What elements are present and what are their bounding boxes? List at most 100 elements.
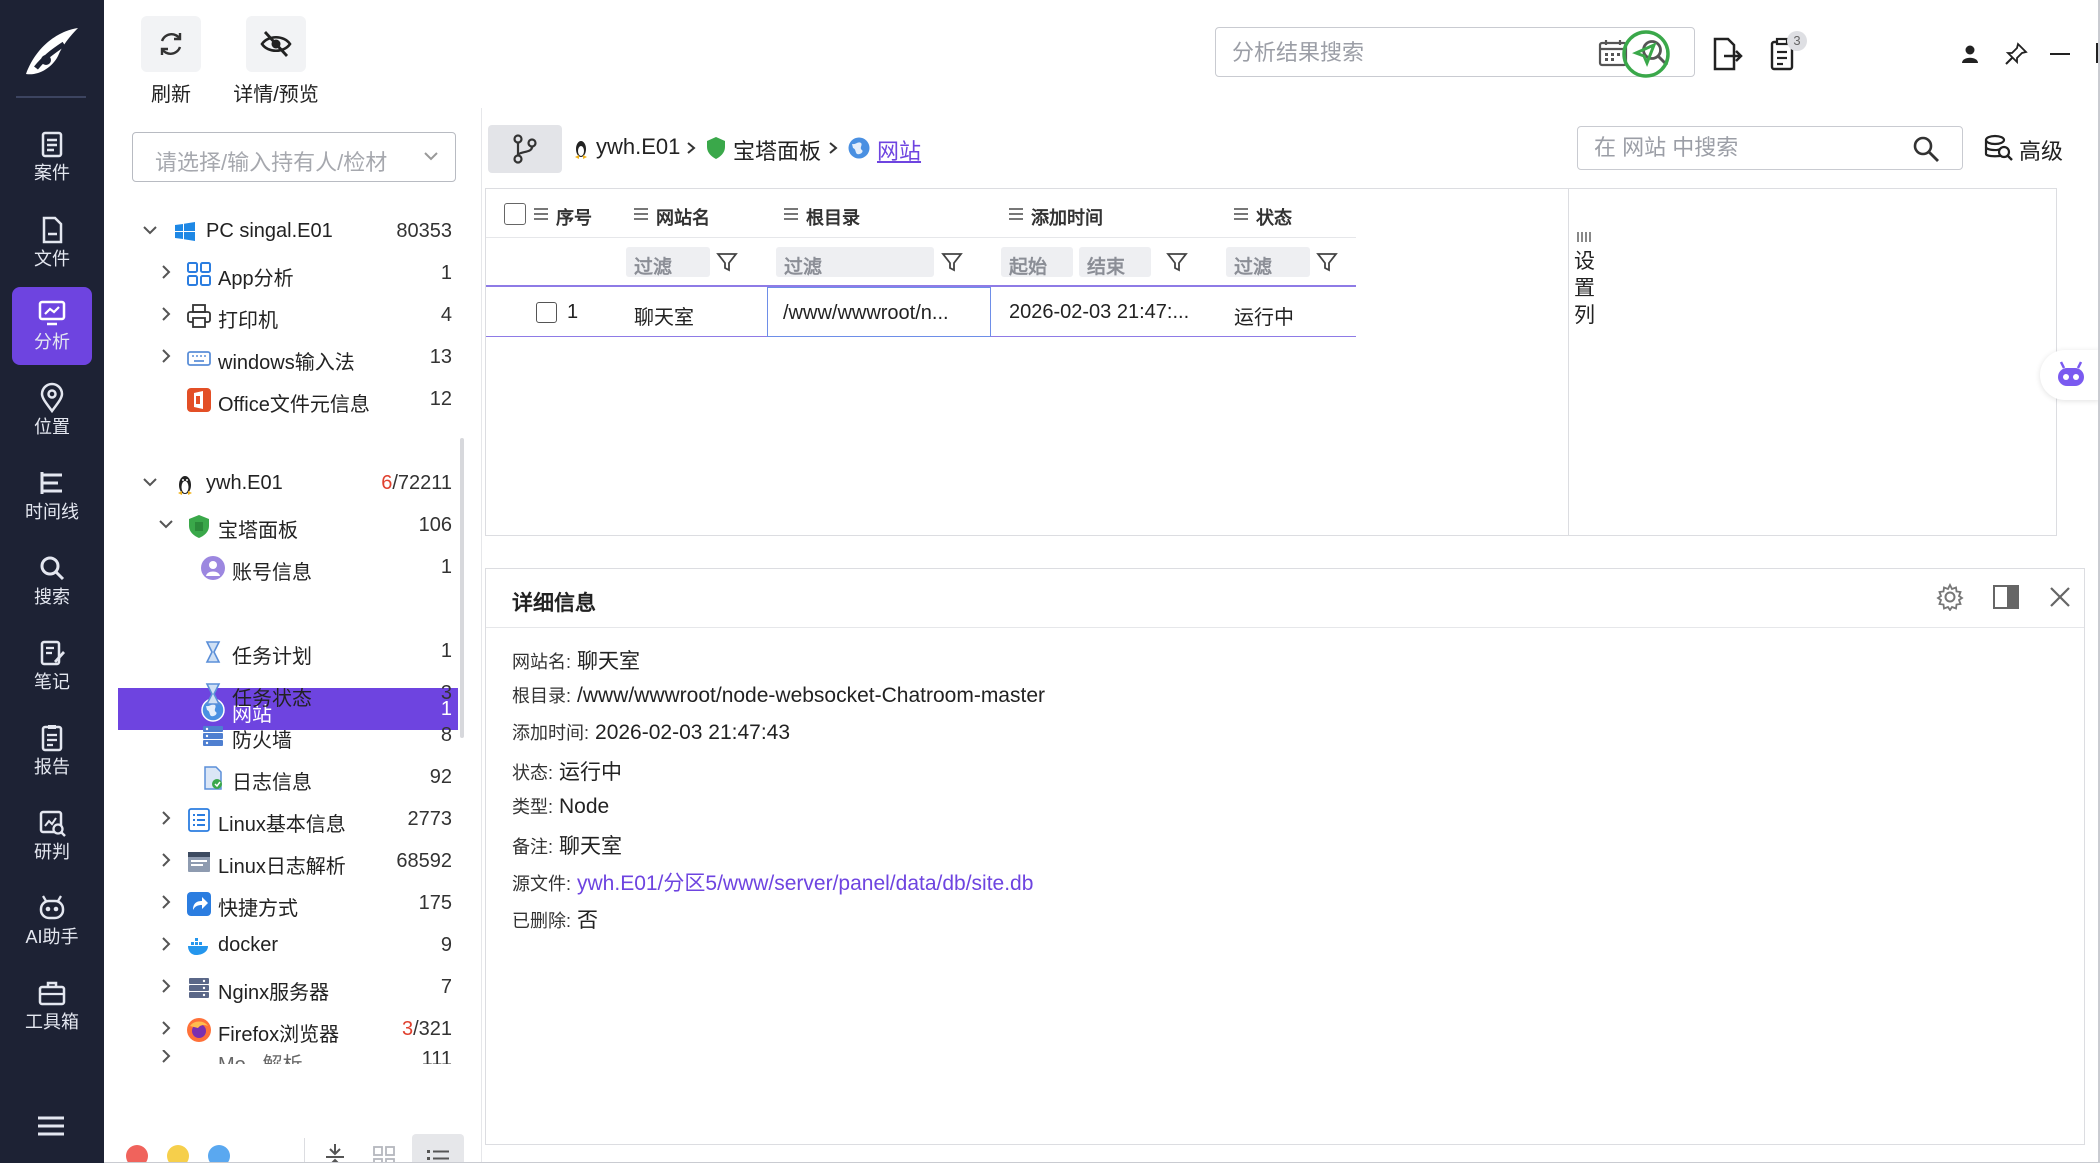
tree-node-count: 2773 [407, 808, 453, 830]
tree-node-baota[interactable]: 宝塔面板 106 [118, 504, 458, 546]
grid-view-icon[interactable] [373, 1146, 395, 1163]
column-header-index[interactable]: 序号 [526, 189, 606, 239]
filter-date-start[interactable]: 起始 [1001, 247, 1073, 278]
column-header-root-dir[interactable]: 根目录 [776, 189, 1001, 239]
nav-report[interactable]: 报告 [12, 712, 92, 790]
details-preview-button[interactable]: 详情/预览 [214, 16, 338, 107]
nav-files[interactable]: 文件 [12, 204, 92, 282]
color-dot-red[interactable] [126, 1145, 148, 1163]
tree-node-account-info[interactable]: 账号信息 1 [118, 546, 458, 588]
nav-search[interactable]: 搜索 [12, 542, 92, 620]
gear-icon[interactable] [1936, 583, 1964, 611]
tree-scrollbar[interactable] [460, 438, 464, 738]
chevron-right-icon[interactable] [158, 306, 174, 322]
search-icon[interactable] [1912, 135, 1940, 163]
advanced-search-button[interactable]: 高级 [1983, 128, 2083, 168]
user-icon[interactable] [1960, 44, 1980, 64]
nav-notes[interactable]: 笔记 [12, 627, 92, 705]
nav-toolbox[interactable]: 工具箱 [12, 967, 92, 1045]
tree-node-pc-singal[interactable]: PC singal.E01 80353 [118, 210, 458, 252]
split-view-icon[interactable] [1992, 584, 2020, 610]
tree-node-app-analysis[interactable]: App分析 1 [118, 252, 458, 294]
column-menu-icon[interactable] [1234, 208, 1248, 220]
chevron-right-icon[interactable] [158, 978, 174, 994]
close-icon[interactable] [2049, 586, 2071, 608]
color-dot-yellow[interactable] [167, 1145, 189, 1163]
color-dot-blue[interactable] [208, 1145, 230, 1163]
chevron-right-icon[interactable] [158, 894, 174, 910]
tree-node-firefox[interactable]: Firefox浏览器 3/321 [118, 1008, 458, 1050]
hamburger-menu-icon[interactable] [36, 1114, 66, 1138]
filter-root-dir[interactable]: 过滤 [776, 247, 934, 278]
tree-node-windows-ime[interactable]: windows输入法 13 [118, 336, 458, 378]
nav-analysis[interactable]: 分析 [12, 287, 92, 365]
cell-root-dir-focused[interactable]: /www/wwwroot/n... [767, 287, 991, 337]
column-menu-icon[interactable] [1009, 208, 1023, 220]
tree-node-task-status[interactable]: 任务状态 3 [118, 672, 458, 714]
filter-icon[interactable] [1316, 251, 1338, 273]
tree-node-ywh[interactable]: ywh.E01 6/72211 [118, 462, 458, 504]
filter-icon[interactable] [1166, 251, 1188, 273]
holder-select[interactable]: 请选择/输入持有人/检材 [132, 132, 456, 182]
chevron-right-icon[interactable] [158, 1050, 174, 1064]
breadcrumb-item-website[interactable]: 网站 [877, 134, 921, 166]
pin-icon[interactable] [2004, 42, 2028, 66]
column-header-status[interactable]: 状态 [1226, 189, 1376, 239]
tree-node-linux-basic[interactable]: Linux基本信息 2773 [118, 798, 458, 840]
breadcrumb-item-baota[interactable]: 宝塔面板 [733, 134, 821, 166]
chevron-right-icon[interactable] [158, 348, 174, 364]
ai-assistant-fab[interactable] [2040, 350, 2100, 400]
chevron-down-icon[interactable] [142, 222, 158, 238]
tree-node-office-meta[interactable]: Office文件元信息 12 [118, 378, 458, 420]
column-settings-tab[interactable]: 设置列 [1568, 188, 1598, 536]
tree-node-count: 175 [418, 892, 452, 914]
refresh-button[interactable]: 刷新 [140, 16, 202, 107]
tree-node-partial[interactable]: Mo...解析 111 [118, 1050, 458, 1064]
chevron-right-icon[interactable] [158, 936, 174, 952]
analysis-search-input[interactable] [1232, 38, 1572, 68]
list-view-button[interactable] [412, 1134, 464, 1163]
tree-node-nginx[interactable]: Nginx服务器 7 [118, 966, 458, 1008]
column-menu-icon[interactable] [784, 208, 798, 220]
filter-site-name[interactable]: 过滤 [626, 247, 710, 278]
source-file-link[interactable]: ywh.E01/分区5/www/server/panel/data/db/sit… [577, 872, 1033, 895]
nav-timeline[interactable]: 时间线 [12, 457, 92, 535]
row-checkbox[interactable] [536, 302, 557, 323]
table-row[interactable]: 1 聊天室 /www/wwwroot/n... 2026-02-03 21:47… [486, 287, 1356, 337]
tree-node-linux-log[interactable]: Linux日志解析 68592 [118, 840, 458, 882]
column-menu-icon[interactable] [534, 208, 548, 220]
chevron-right-icon[interactable] [158, 264, 174, 280]
tree-node-docker[interactable]: docker 9 [118, 924, 458, 966]
branch-toggle-button[interactable] [488, 125, 562, 173]
filter-icon[interactable] [941, 251, 963, 273]
select-all-checkbox[interactable] [504, 203, 526, 225]
tree-node-printer[interactable]: 打印机 4 [118, 294, 458, 336]
column-header-site-name[interactable]: 网站名 [626, 189, 776, 239]
nav-ai-assistant[interactable]: AI助手 [12, 882, 92, 960]
chevron-right-icon [829, 142, 838, 154]
chevron-down-icon[interactable] [158, 516, 174, 532]
filter-date-end[interactable]: 结束 [1079, 247, 1151, 278]
tree-node-firewall[interactable]: 防火墙 8 [118, 714, 458, 756]
status-ok-shield-icon[interactable] [1621, 29, 1671, 79]
chevron-right-icon[interactable] [158, 1020, 174, 1036]
chevron-down-icon[interactable] [142, 474, 158, 490]
chevron-right-icon[interactable] [158, 810, 174, 826]
tree-node-shortcut[interactable]: 快捷方式 175 [118, 882, 458, 924]
tree-node-task-plan[interactable]: 任务计划 1 [118, 630, 458, 672]
export-file-icon[interactable] [1710, 36, 1744, 72]
filter-status[interactable]: 过滤 [1226, 247, 1310, 278]
nav-case[interactable]: 案件 [12, 118, 92, 196]
maximize-icon[interactable] [2096, 43, 2100, 63]
collapse-all-icon[interactable] [324, 1143, 346, 1163]
site-search-input[interactable] [1594, 134, 1894, 162]
chevron-right-icon[interactable] [158, 852, 174, 868]
minimize-icon[interactable] [2050, 52, 2070, 56]
column-header-added-time[interactable]: 添加时间 [1001, 189, 1226, 239]
filter-icon[interactable] [716, 251, 738, 273]
breadcrumb-item-ywh[interactable]: ywh.E01 [596, 134, 680, 160]
tree-node-log-info[interactable]: 日志信息 92 [118, 756, 458, 798]
column-menu-icon[interactable] [634, 208, 648, 220]
nav-judge[interactable]: 研判 [12, 797, 92, 875]
nav-location[interactable]: 位置 [12, 372, 92, 450]
